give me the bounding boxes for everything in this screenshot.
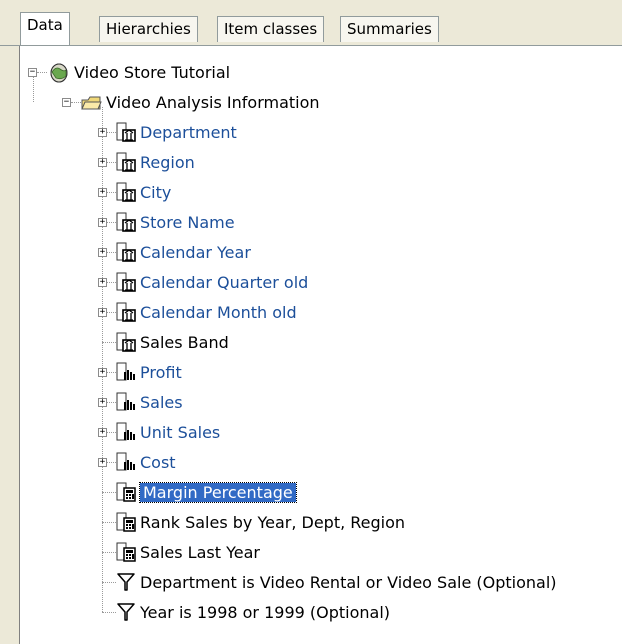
tree-item[interactable]: Sales bbox=[140, 387, 183, 417]
tree-item-label: Sales Last Year bbox=[140, 542, 260, 562]
expand-toggle[interactable]: + bbox=[98, 158, 107, 167]
tree-connector bbox=[102, 612, 116, 613]
dimension-icon bbox=[115, 271, 137, 293]
tree-item-label: Sales Band bbox=[140, 332, 229, 352]
tree-item[interactable]: Margin Percentage bbox=[139, 477, 297, 507]
tree-folder-label: Video Analysis Information bbox=[106, 92, 320, 112]
tree-item-label: Calendar Year bbox=[140, 242, 251, 262]
tree-item[interactable]: Sales Last Year bbox=[140, 537, 260, 567]
dimension-icon bbox=[115, 241, 137, 263]
expand-toggle[interactable]: + bbox=[98, 248, 107, 257]
tree-item-label: Profit bbox=[140, 362, 182, 382]
root-collapse-toggle[interactable]: − bbox=[28, 68, 37, 77]
tree-item-label: Department is Video Rental or Video Sale… bbox=[140, 572, 557, 592]
tree-item-label: Department bbox=[140, 122, 237, 142]
expand-toggle[interactable]: + bbox=[98, 458, 107, 467]
calculation-icon bbox=[115, 511, 137, 533]
measure-icon bbox=[115, 451, 137, 473]
tree-connector bbox=[102, 522, 116, 523]
calculation-icon bbox=[115, 541, 137, 563]
left-frame bbox=[0, 46, 20, 644]
tree-item-label: Year is 1998 or 1999 (Optional) bbox=[140, 602, 391, 622]
tree-item[interactable]: Profit bbox=[140, 357, 182, 387]
filter-icon bbox=[115, 601, 137, 623]
tree-item[interactable]: Department bbox=[140, 117, 237, 147]
folder-collapse-toggle[interactable]: − bbox=[62, 98, 71, 107]
expand-toggle[interactable]: + bbox=[98, 128, 107, 137]
measure-icon bbox=[115, 391, 137, 413]
tree-item-label: Margin Percentage bbox=[139, 481, 297, 503]
tree-connector bbox=[102, 582, 116, 583]
tree-item[interactable]: Sales Band bbox=[140, 327, 229, 357]
expand-toggle[interactable]: + bbox=[98, 398, 107, 407]
calculation-icon bbox=[115, 481, 137, 503]
tree-item[interactable]: Region bbox=[140, 147, 195, 177]
tree-item-label: Sales bbox=[140, 392, 183, 412]
tree-connector bbox=[37, 72, 47, 73]
tab-summaries-label: Summaries bbox=[347, 20, 432, 38]
dimension-icon bbox=[115, 301, 137, 323]
tree-connector bbox=[102, 107, 103, 612]
tab-data-label: Data bbox=[27, 16, 63, 34]
tree-item[interactable]: Calendar Quarter old bbox=[140, 267, 308, 297]
tree-item-label: Cost bbox=[140, 452, 176, 472]
tree-item[interactable]: Calendar Year bbox=[140, 237, 251, 267]
tree-item-label: Rank Sales by Year, Dept, Region bbox=[140, 512, 406, 532]
tab-item-classes-label: Item classes bbox=[224, 20, 318, 38]
tree-folder[interactable]: Video Analysis Information bbox=[106, 87, 320, 117]
tree-item-label: Calendar Quarter old bbox=[140, 272, 309, 292]
tab-summaries[interactable]: Summaries bbox=[340, 16, 439, 42]
tree-view[interactable]: − Video Store Tutorial − Video Analysis … bbox=[20, 46, 622, 644]
tab-hierarchies-label: Hierarchies bbox=[106, 20, 191, 38]
tree-item-label: Calendar Month old bbox=[140, 302, 297, 322]
tree-item-label: Region bbox=[140, 152, 195, 172]
tree-connector bbox=[102, 552, 116, 553]
tree-item[interactable]: Unit Sales bbox=[140, 417, 220, 447]
tree-item-label: Unit Sales bbox=[140, 422, 221, 442]
dimension-icon bbox=[115, 181, 137, 203]
tree-root[interactable]: Video Store Tutorial bbox=[74, 57, 230, 87]
tree-root-label: Video Store Tutorial bbox=[74, 62, 231, 82]
tree-item[interactable]: Department is Video Rental or Video Sale… bbox=[140, 567, 557, 597]
expand-toggle[interactable]: + bbox=[98, 308, 107, 317]
tab-data[interactable]: Data bbox=[20, 12, 70, 46]
tree-item[interactable]: City bbox=[140, 177, 171, 207]
tree-item[interactable]: Year is 1998 or 1999 (Optional) bbox=[140, 597, 390, 627]
tab-bar: Data Hierarchies Item classes Summaries bbox=[0, 0, 622, 46]
tree-connector bbox=[102, 342, 116, 343]
dimension-icon bbox=[115, 121, 137, 143]
tree-item[interactable]: Cost bbox=[140, 447, 176, 477]
tab-hierarchies[interactable]: Hierarchies bbox=[99, 16, 198, 42]
expand-toggle[interactable]: + bbox=[98, 188, 107, 197]
dimension-icon bbox=[115, 151, 137, 173]
business-area-icon bbox=[50, 63, 68, 83]
dimension-icon bbox=[115, 331, 137, 353]
expand-toggle[interactable]: + bbox=[98, 218, 107, 227]
tree-item[interactable]: Calendar Month old bbox=[140, 297, 297, 327]
dimension-icon bbox=[115, 211, 137, 233]
tree-connector bbox=[102, 492, 116, 493]
expand-toggle[interactable]: + bbox=[98, 368, 107, 377]
filter-icon bbox=[115, 571, 137, 593]
tree-connector bbox=[33, 77, 34, 102]
expand-toggle[interactable]: + bbox=[98, 278, 107, 287]
folder-icon bbox=[81, 96, 102, 110]
tab-item-classes[interactable]: Item classes bbox=[217, 16, 325, 42]
tree-item[interactable]: Store Name bbox=[140, 207, 235, 237]
tree-item-label: City bbox=[140, 182, 172, 202]
tree-item[interactable]: Rank Sales by Year, Dept, Region bbox=[140, 507, 405, 537]
measure-icon bbox=[115, 361, 137, 383]
tree-item-label: Store Name bbox=[140, 212, 235, 232]
measure-icon bbox=[115, 421, 137, 443]
expand-toggle[interactable]: + bbox=[98, 428, 107, 437]
